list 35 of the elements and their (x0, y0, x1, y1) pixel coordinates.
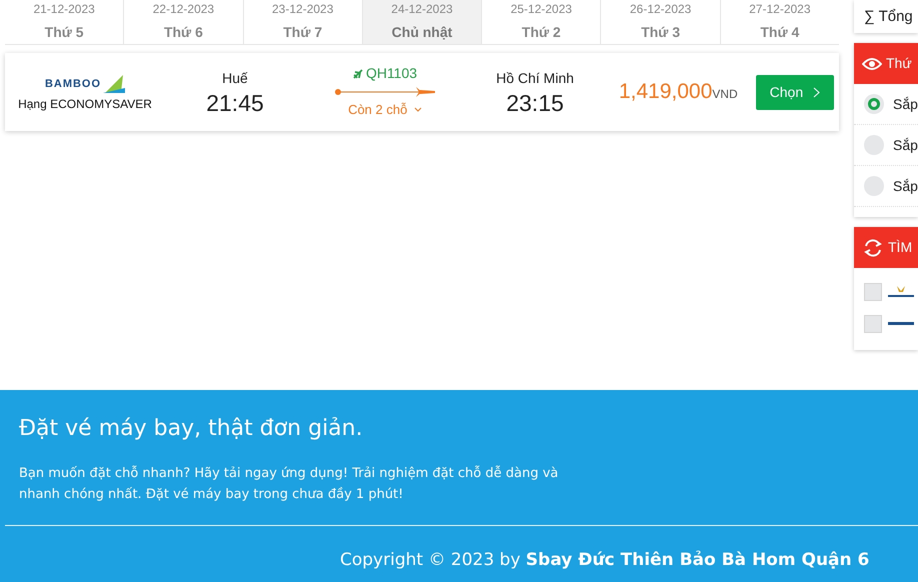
chevron-right-icon (813, 87, 820, 98)
airline-logo: BAMBOO (44, 74, 126, 94)
eye-icon (862, 56, 882, 70)
arrival-city: Hồ Chí Minh (495, 68, 575, 88)
panel-title: TÌM (888, 238, 912, 257)
ticket-price: 1,419,000 (618, 80, 712, 104)
departure-city: Huế (221, 68, 249, 88)
airline-logo (888, 321, 914, 327)
airline-logo (888, 285, 914, 299)
sort-option-label: Sắp (893, 94, 918, 114)
select-button[interactable]: Chọn (756, 74, 834, 110)
footer-text: Bạn muốn đặt chỗ nhanh? Hãy tải ngay ứng dụng! Trải nghiệm đặt chỗ dễ dàng và nhanh chóng nhất. Đặt vé máy bay trong chưa đầy 1 phút! (19, 464, 560, 504)
chevron-down-icon (414, 107, 422, 114)
sort-option-label: Sắp (893, 136, 918, 155)
plane-icon (352, 68, 363, 79)
flight-number: QH1103 (305, 62, 465, 84)
route-line-icon (334, 86, 436, 98)
seats-left-toggle[interactable]: Còn 2 chỗ (348, 100, 422, 119)
date-tab[interactable]: 25-12-2023 Thứ 2 (481, 0, 600, 44)
panel-title: Thứ (886, 54, 912, 73)
footer-heading: Đặt vé máy bay, thật đơn giản. (19, 415, 364, 443)
radio-button[interactable] (864, 94, 884, 114)
arrival-time: 23:15 (505, 88, 565, 116)
currency-label: VND (712, 87, 738, 102)
total-label: ∑ Tổng (854, 0, 918, 33)
date-tab[interactable]: 24-12-2023 Chủ nhật (362, 0, 482, 44)
fare-class: Hạng ECONOMYSAVER (17, 96, 153, 113)
sort-option-label: Sắp (893, 176, 918, 196)
radio-button[interactable] (864, 176, 884, 196)
copyright-text: Copyright © 2023 by Sbay Đức Thiên Bảo Bà Hom Quận 6 (340, 549, 870, 572)
checkbox[interactable] (864, 315, 882, 333)
checkbox[interactable] (864, 283, 882, 301)
departure-time: 21:45 (205, 88, 265, 116)
refresh-icon (862, 236, 884, 258)
radio-button[interactable] (864, 135, 884, 155)
